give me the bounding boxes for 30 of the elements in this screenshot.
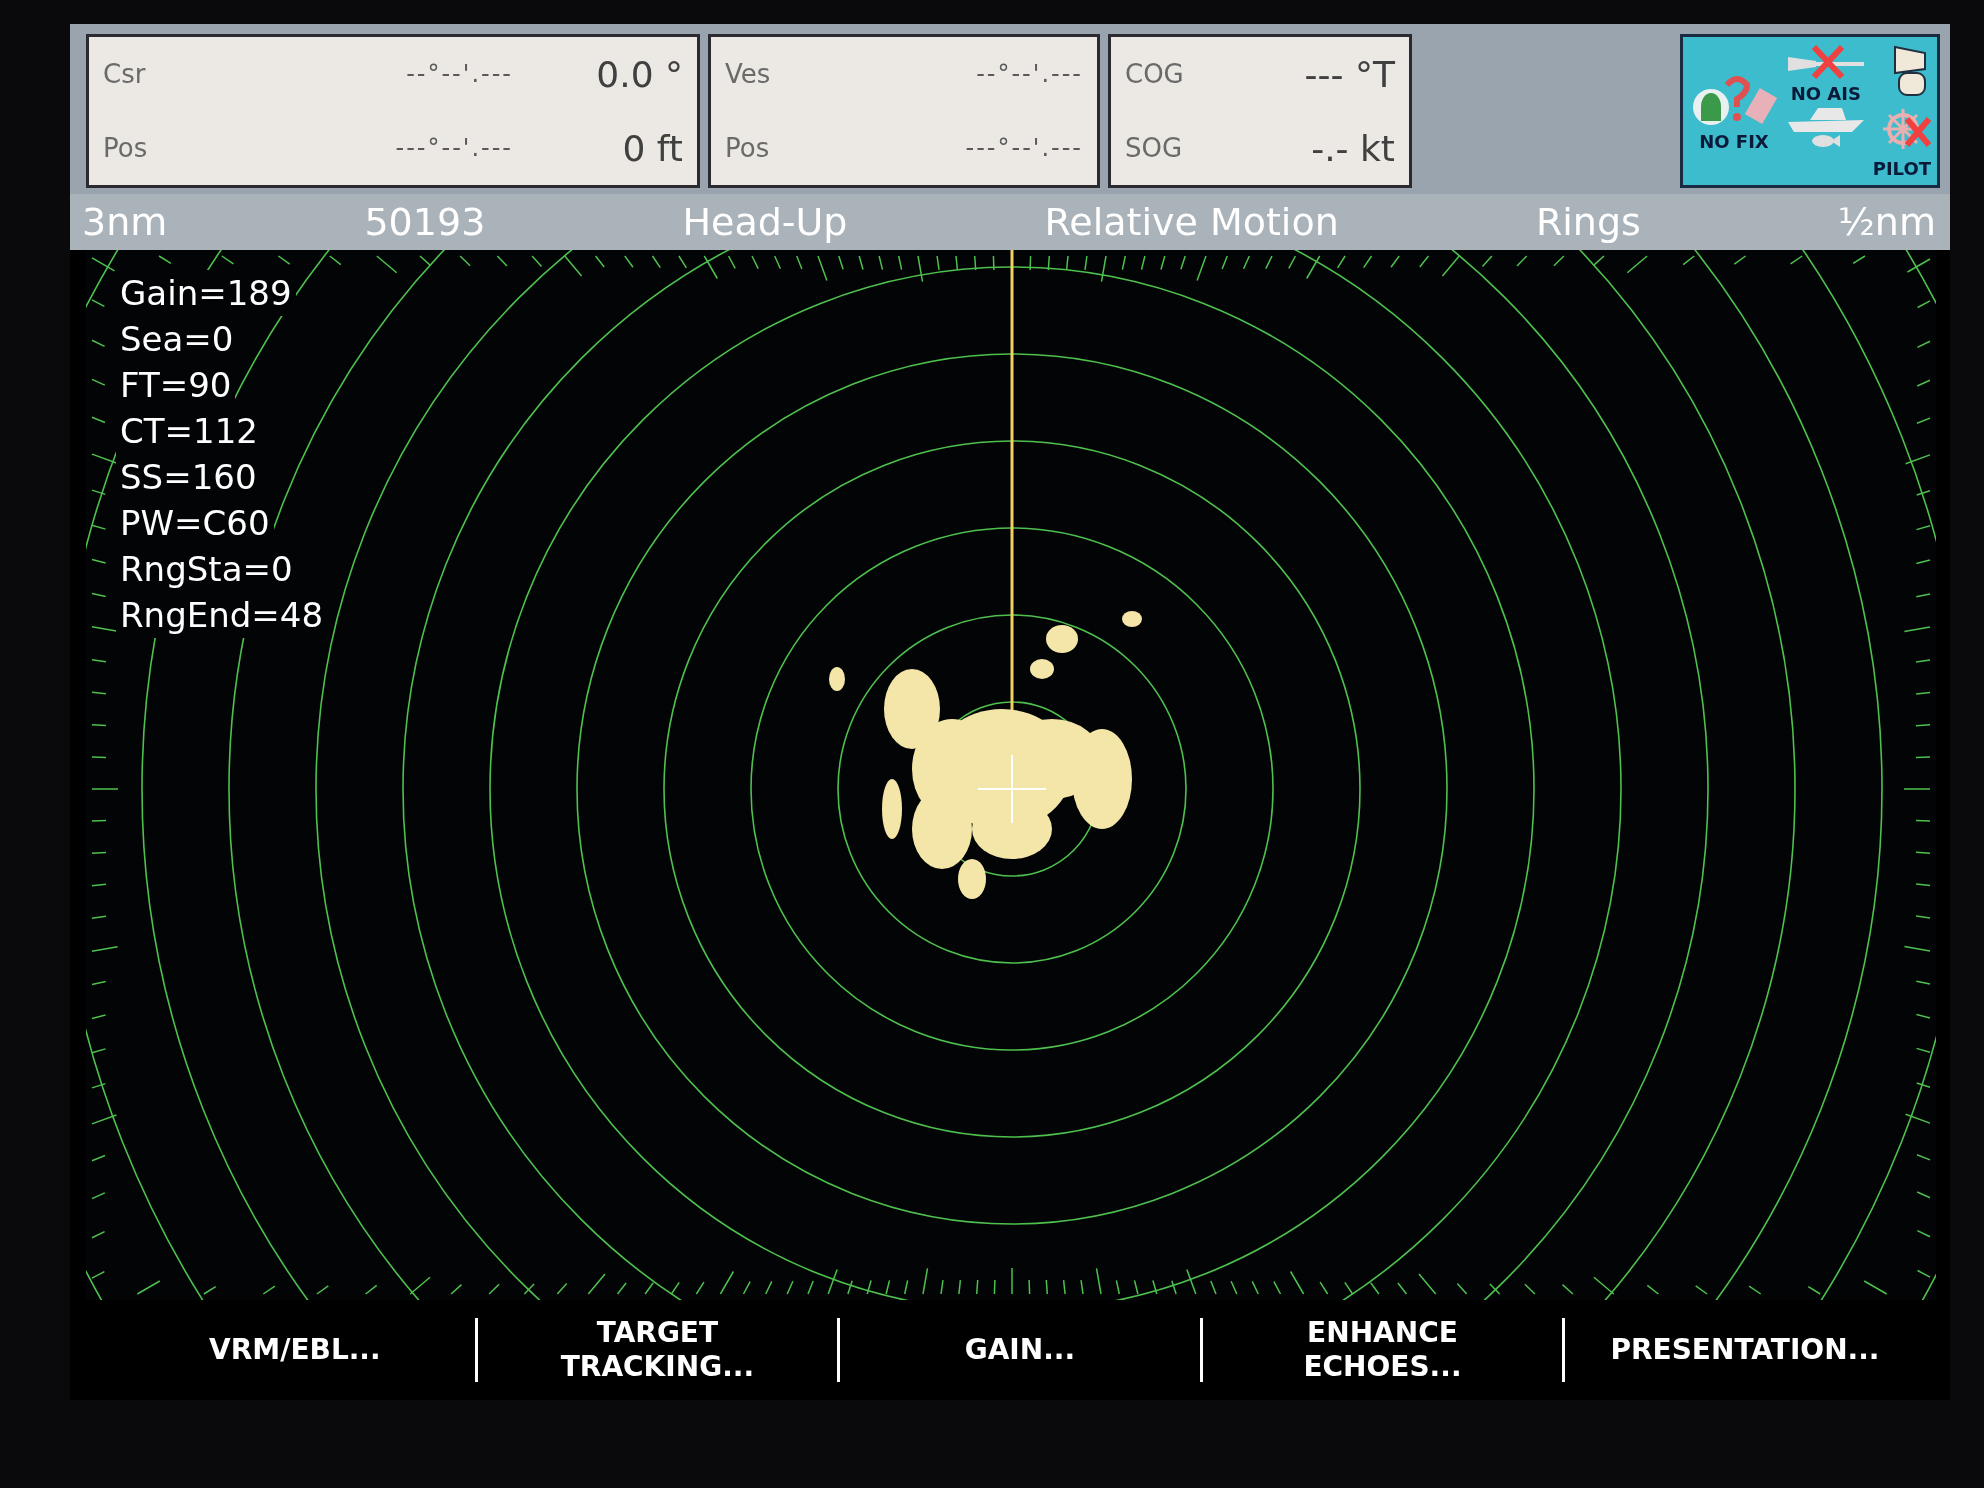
autopilot-status-label: PILOT: [1872, 158, 1931, 179]
value-readout: --- °T: [1303, 53, 1395, 95]
position-readout: ---°--'.---: [394, 134, 513, 162]
status-text: Rings: [1535, 200, 1641, 244]
softkey-button[interactable]: VRM/EBL...: [144, 1333, 445, 1367]
position-readout: --°--'.---: [975, 60, 1083, 88]
readout-label: Pos: [725, 133, 771, 163]
softkey-button[interactable]: GAIN...: [869, 1333, 1170, 1367]
readout-label: COG: [1125, 59, 1185, 89]
status-text: 50193: [364, 200, 486, 244]
readout-label: Pos: [103, 133, 149, 163]
value-readout: 0 ft: [621, 127, 683, 169]
readout-label: SOG: [1125, 133, 1184, 163]
softkey-button[interactable]: PRESENTATION...: [1595, 1333, 1895, 1367]
status-text: Head-Up: [682, 200, 848, 244]
gps-status-label: NO FIX: [1699, 130, 1769, 152]
status-text: ½nm: [1838, 200, 1936, 244]
value-readout: 0.0 °: [595, 53, 683, 95]
readout-label: Ves: [725, 59, 772, 89]
position-readout: --°--'.---: [405, 60, 513, 88]
ais-status-label: NO AIS: [1790, 83, 1861, 104]
softkey-button[interactable]: TARGET TRACKING...: [507, 1316, 808, 1384]
fish-icon: [1810, 134, 1841, 148]
status-text: 3nm: [82, 200, 168, 244]
vessel-cross-marker: [977, 754, 1047, 824]
position-readout: ---°--'.---: [964, 134, 1083, 162]
value-readout: -.- kt: [1310, 127, 1395, 169]
softkey-button[interactable]: ENHANCE ECHOES...: [1232, 1316, 1533, 1384]
status-text: Relative Motion: [1044, 200, 1339, 244]
readout-label: Csr: [103, 59, 147, 89]
